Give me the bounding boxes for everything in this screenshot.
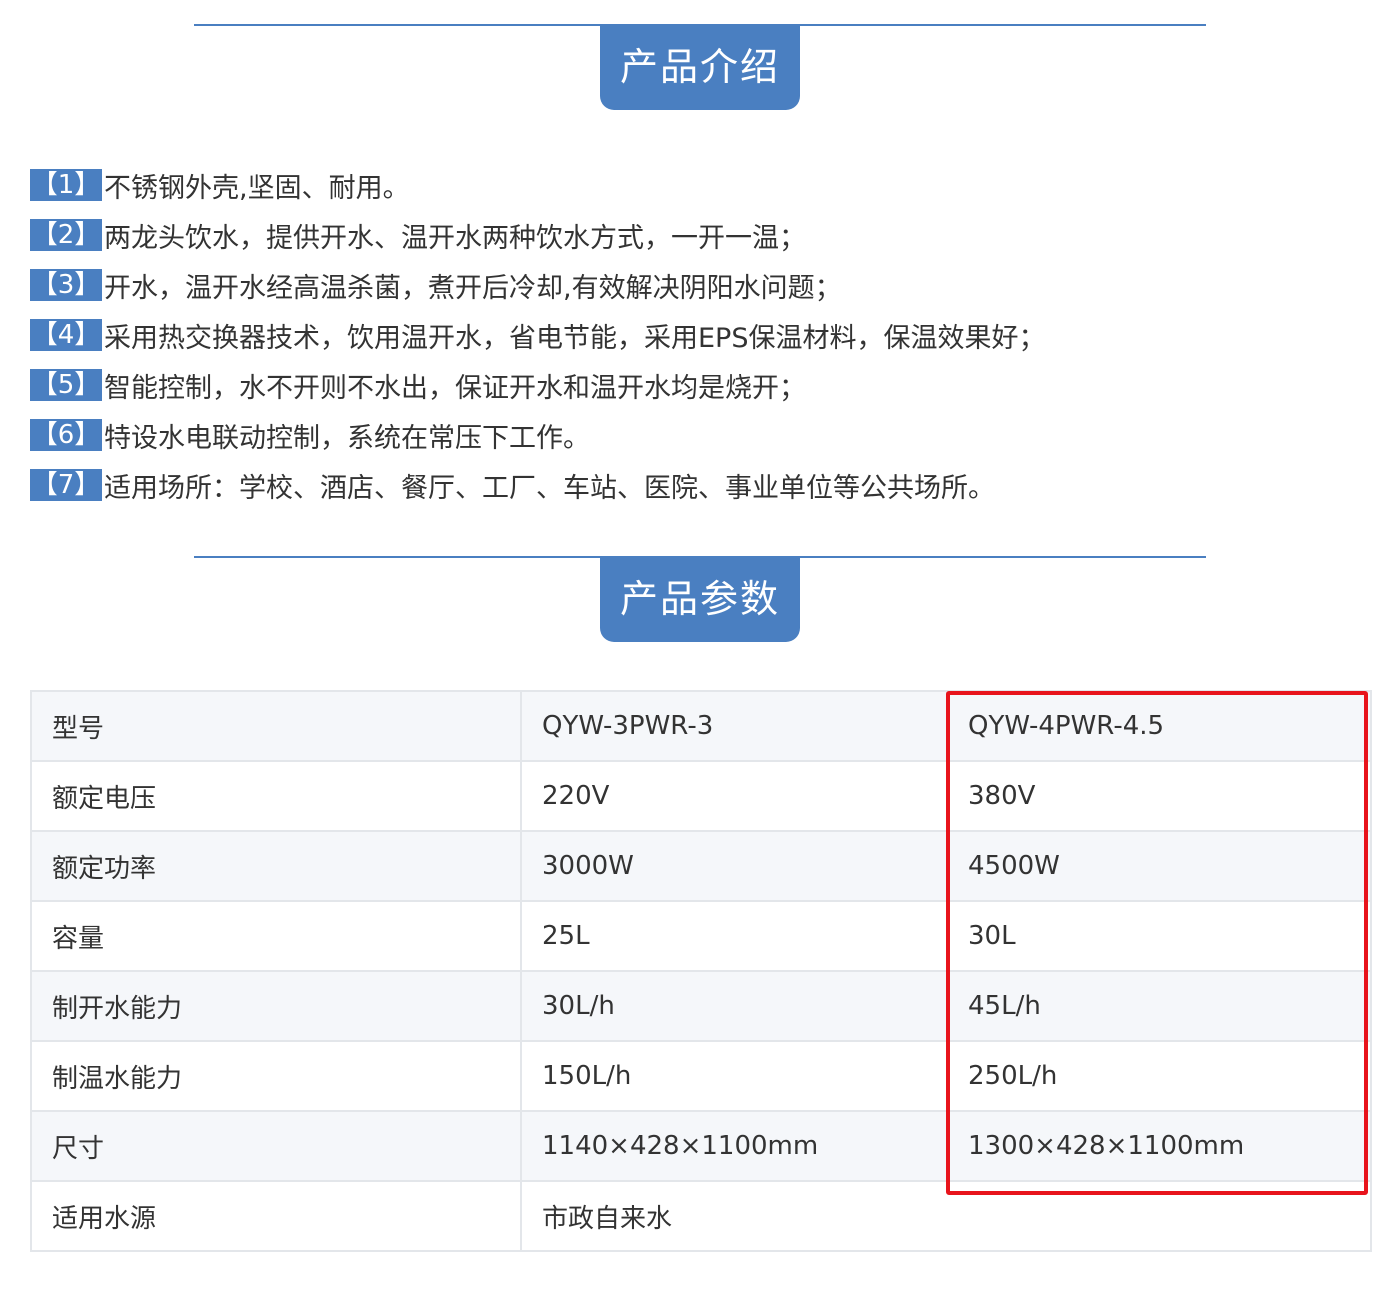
param-label: 容量 <box>30 900 522 972</box>
table-row: 尺寸 1140×428×1100mm 1300×428×1100mm <box>30 1110 1372 1182</box>
feature-list: 【1】 不锈钢外壳,坚固、耐用。 【2】 两龙头饮水，提供开水、温开水两种饮水方… <box>30 160 1370 510</box>
param-label: 额定电压 <box>30 760 522 832</box>
feature-item: 【3】 开水，温开水经高温杀菌，煮开后冷却,有效解决阴阳水问题； <box>30 260 1370 310</box>
table-row: 额定功率 3000W 4500W <box>30 830 1372 902</box>
param-label: 制开水能力 <box>30 970 522 1042</box>
param-value-model-1: 30L/h <box>520 970 948 1042</box>
feature-text: 采用热交换器技术，饮用温开水，省电节能，采用EPS保温材料，保温效果好； <box>104 322 1046 354</box>
section-header-intro: 产品介绍 <box>0 24 1400 114</box>
param-value-model-2: 380V <box>946 760 1372 832</box>
param-value-model-1: 25L <box>520 900 948 972</box>
table-row: 额定电压 220V 380V <box>30 760 1372 832</box>
param-value-model-2: 30L <box>946 900 1372 972</box>
feature-number: 【5】 <box>30 369 102 401</box>
table-row: 适用水源 市政自来水 <box>30 1180 1372 1252</box>
param-value-model-1: 1140×428×1100mm <box>520 1110 948 1182</box>
feature-item: 【6】 特设水电联动控制，系统在常压下工作。 <box>30 410 1370 460</box>
feature-number: 【7】 <box>30 469 102 501</box>
param-value-model-1: 150L/h <box>520 1040 948 1112</box>
section-title-params: 产品参数 <box>600 556 800 642</box>
param-value-model-1: 3000W <box>520 830 948 902</box>
table-row: 制开水能力 30L/h 45L/h <box>30 970 1372 1042</box>
table-row: 型号 QYW-3PWR-3 QYW-4PWR-4.5 <box>30 690 1372 762</box>
feature-item: 【2】 两龙头饮水，提供开水、温开水两种饮水方式，一开一温； <box>30 210 1370 260</box>
feature-item: 【5】 智能控制，水不开则不水出，保证开水和温开水均是烧开； <box>30 360 1370 410</box>
feature-number: 【2】 <box>30 219 102 251</box>
feature-text: 不锈钢外壳,坚固、耐用。 <box>104 172 410 204</box>
feature-text: 适用场所：学校、酒店、餐厅、工厂、车站、医院、事业单位等公共场所。 <box>104 472 995 504</box>
feature-text: 特设水电联动控制，系统在常压下工作。 <box>104 422 590 454</box>
feature-item: 【4】 采用热交换器技术，饮用温开水，省电节能，采用EPS保温材料，保温效果好； <box>30 310 1370 360</box>
feature-text: 智能控制，水不开则不水出，保证开水和温开水均是烧开； <box>104 372 806 404</box>
table-row: 制温水能力 150L/h 250L/h <box>30 1040 1372 1112</box>
feature-number: 【4】 <box>30 319 102 351</box>
section-title-intro: 产品介绍 <box>600 24 800 110</box>
param-value-model-1: 220V <box>520 760 948 832</box>
table-row: 容量 25L 30L <box>30 900 1372 972</box>
param-label: 额定功率 <box>30 830 522 902</box>
param-value-model-2: 250L/h <box>946 1040 1372 1112</box>
params-table: 型号 QYW-3PWR-3 QYW-4PWR-4.5 额定电压 220V 380… <box>30 690 1372 1252</box>
param-value-model-2: QYW-4PWR-4.5 <box>946 690 1372 762</box>
section-header-params: 产品参数 <box>0 556 1400 646</box>
feature-text: 两龙头饮水，提供开水、温开水两种饮水方式，一开一温； <box>104 222 806 254</box>
feature-text: 开水，温开水经高温杀菌，煮开后冷却,有效解决阴阳水问题； <box>104 272 842 304</box>
param-label: 尺寸 <box>30 1110 522 1182</box>
param-label: 适用水源 <box>30 1180 522 1252</box>
param-label: 制温水能力 <box>30 1040 522 1112</box>
feature-number: 【6】 <box>30 419 102 451</box>
param-label: 型号 <box>30 690 522 762</box>
param-value-model-2: 4500W <box>946 830 1372 902</box>
feature-item: 【1】 不锈钢外壳,坚固、耐用。 <box>30 160 1370 210</box>
param-value-model-1: QYW-3PWR-3 <box>520 690 948 762</box>
feature-number: 【1】 <box>30 169 102 201</box>
param-value-model-2: 1300×428×1100mm <box>946 1110 1372 1182</box>
param-value-model-2: 45L/h <box>946 970 1372 1042</box>
param-value-water-source: 市政自来水 <box>520 1180 1372 1252</box>
feature-number: 【3】 <box>30 269 102 301</box>
feature-item: 【7】 适用场所：学校、酒店、餐厅、工厂、车站、医院、事业单位等公共场所。 <box>30 460 1370 510</box>
